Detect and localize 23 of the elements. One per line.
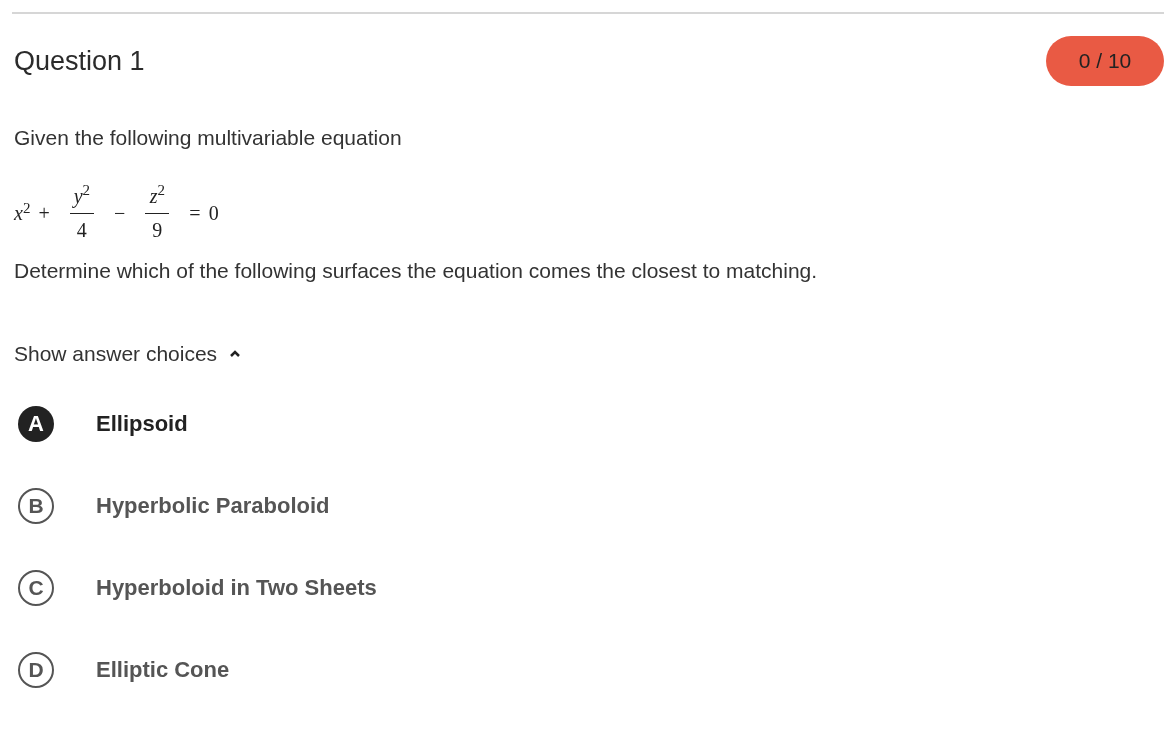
choice-letter[interactable]: D <box>18 651 54 688</box>
denominator: 9 <box>152 217 163 243</box>
show-answer-choices-toggle[interactable]: Show answer choices <box>14 338 242 370</box>
choice-letter[interactable]: B <box>18 487 54 524</box>
math-operator: = <box>189 201 201 226</box>
score-badge: 0 / 10 <box>1046 36 1164 86</box>
math-term: 0 <box>208 201 219 226</box>
choice-letter[interactable]: A <box>18 405 54 442</box>
numerator: z$^{2}$ <box>148 183 166 209</box>
math-operator: + <box>38 201 50 226</box>
math-term: x$^{2}$ <box>14 198 31 226</box>
choice-letter[interactable]: C <box>18 569 54 606</box>
math-operator: − <box>114 201 126 226</box>
choice-text[interactable]: Elliptic Cone <box>96 653 230 686</box>
denominator: 4 <box>76 217 87 243</box>
numerator: y$^{2}$ <box>71 183 92 209</box>
choice-text[interactable]: Hyperboloid in Two Sheets <box>96 571 377 604</box>
choice-text[interactable]: Ellipsoid <box>96 407 188 440</box>
question-prompt: Given the following multivariable equation <box>14 125 403 151</box>
question-title: Question 1 <box>14 44 145 78</box>
instruction-text: Determine which of the following surfaces the equation comes the closest to matching. <box>14 257 819 284</box>
choice-text[interactable]: Hyperbolic Paraboloid <box>96 489 330 522</box>
caret-icon <box>229 349 242 358</box>
